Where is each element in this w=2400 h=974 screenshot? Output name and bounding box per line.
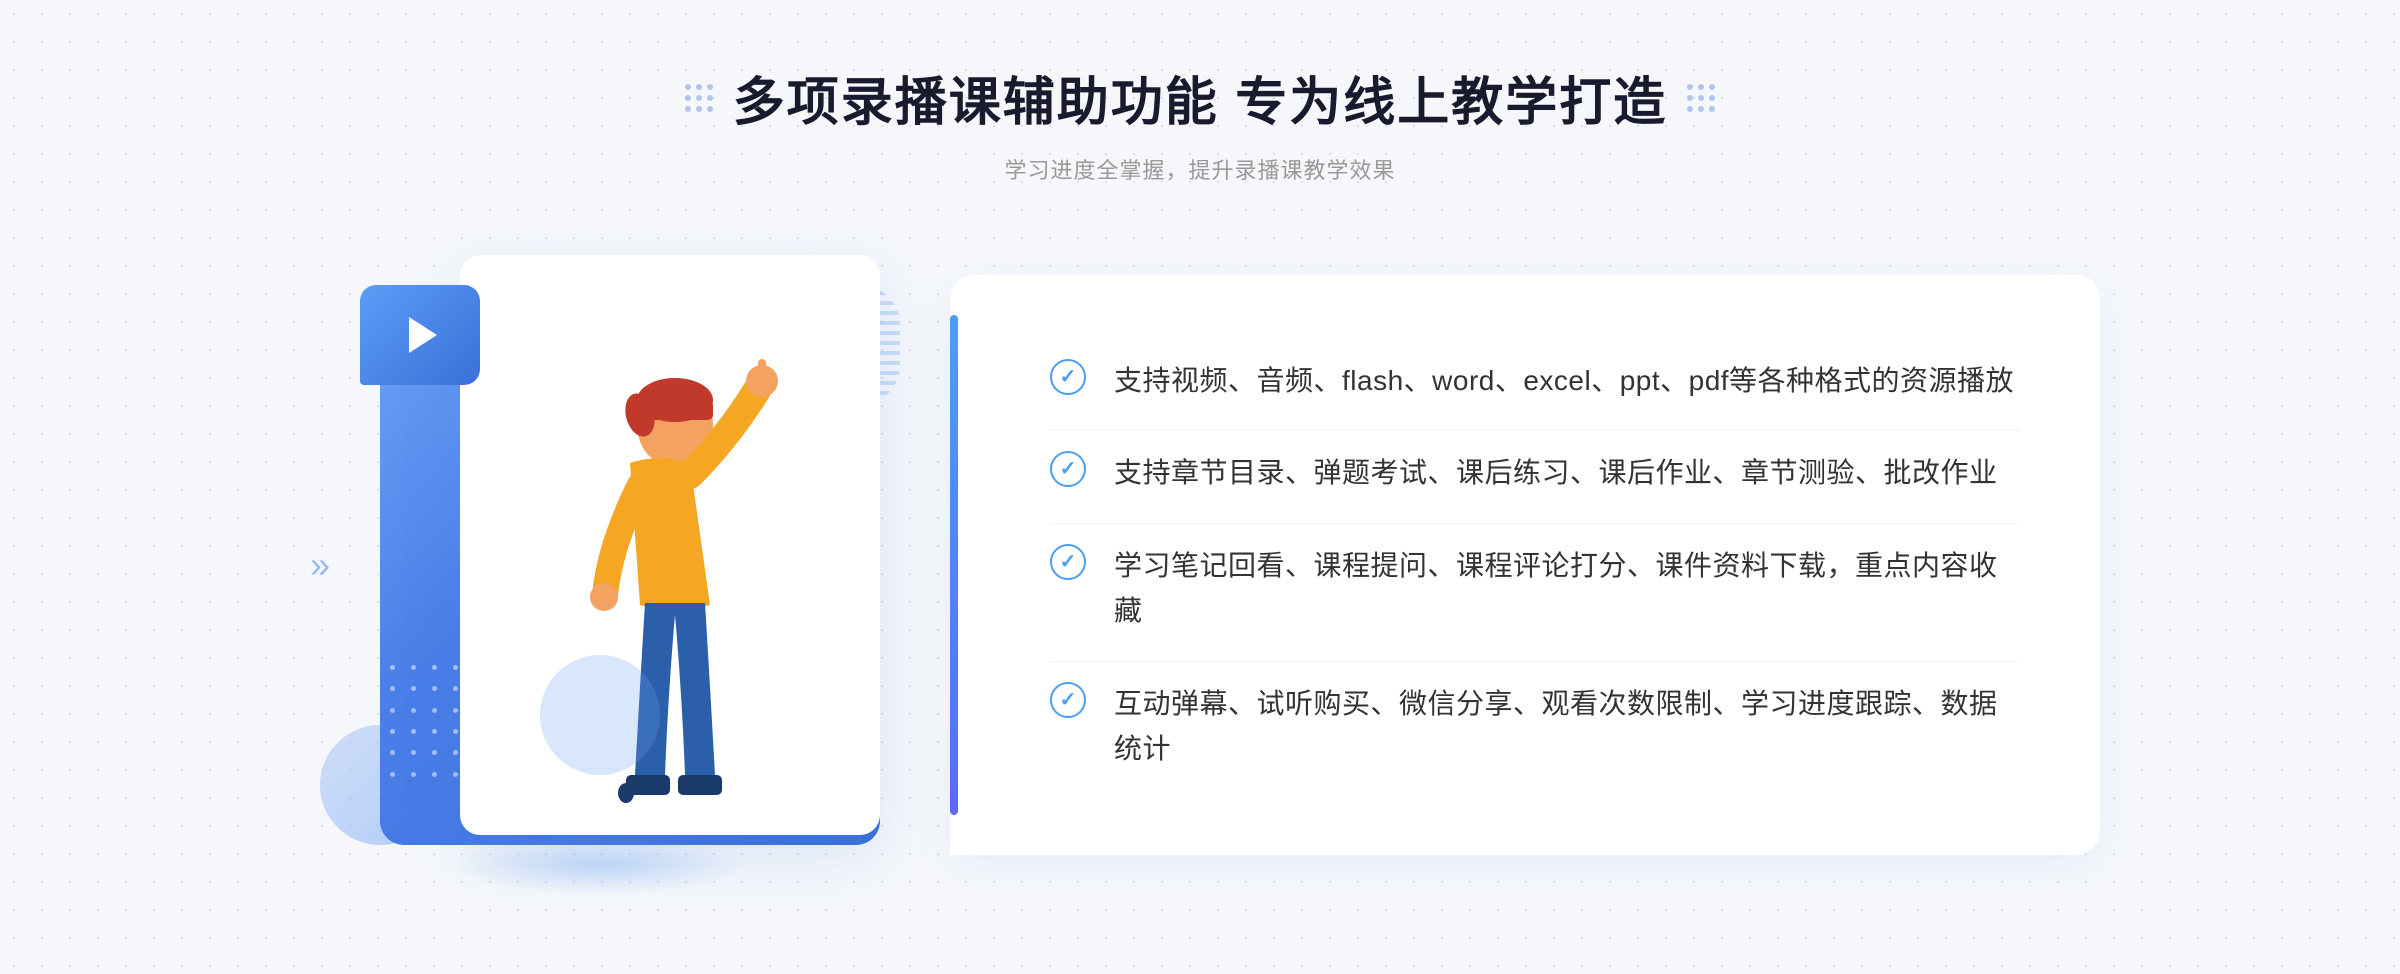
main-content: »: [300, 225, 2100, 905]
feature-item-1: ✓ 支持视频、音频、flash、word、excel、ppt、pdf等各种格式的…: [1050, 339, 2020, 424]
person-figure: [500, 345, 820, 905]
feature-text-2: 支持章节目录、弹题考试、课后练习、课后作业、章节测验、批改作业: [1114, 451, 1998, 496]
feature-item-2: ✓ 支持章节目录、弹题考试、课后练习、课后作业、章节测验、批改作业: [1050, 430, 2020, 516]
page-title: 多项录播课辅助功能 专为线上教学打造: [733, 60, 1667, 135]
feature-text-3: 学习笔记回看、课程提问、课程评论打分、课件资料下载，重点内容收藏: [1114, 544, 2020, 634]
check-icon-4: ✓: [1050, 682, 1086, 718]
play-bubble: [360, 285, 480, 385]
check-icon-3: ✓: [1050, 544, 1086, 580]
left-arrow-decoration: »: [310, 544, 330, 586]
feature-item-3: ✓ 学习笔记回看、课程提问、课程评论打分、课件资料下载，重点内容收藏: [1050, 523, 2020, 654]
feature-text-4: 互动弹幕、试听购买、微信分享、观看次数限制、学习进度跟踪、数据统计: [1114, 682, 2020, 772]
illustration-panel: »: [300, 225, 980, 905]
check-icon-1: ✓: [1050, 359, 1086, 395]
check-icon-2: ✓: [1050, 451, 1086, 487]
feature-text-1: 支持视频、音频、flash、word、excel、ppt、pdf等各种格式的资源…: [1114, 359, 2014, 404]
dots-decoration-left: [685, 84, 713, 112]
features-panel: ✓ 支持视频、音频、flash、word、excel、ppt、pdf等各种格式的…: [950, 275, 2100, 855]
header-section: 多项录播课辅助功能 专为线上教学打造 学习进度全掌握，提升录播课教学效果: [685, 0, 1715, 185]
dots-decoration-right: [1687, 84, 1715, 112]
feature-item-4: ✓ 互动弹幕、试听购买、微信分享、观看次数限制、学习进度跟踪、数据统计: [1050, 661, 2020, 792]
play-icon: [409, 317, 437, 353]
page-subtitle: 学习进度全掌握，提升录播课教学效果: [685, 153, 1715, 185]
